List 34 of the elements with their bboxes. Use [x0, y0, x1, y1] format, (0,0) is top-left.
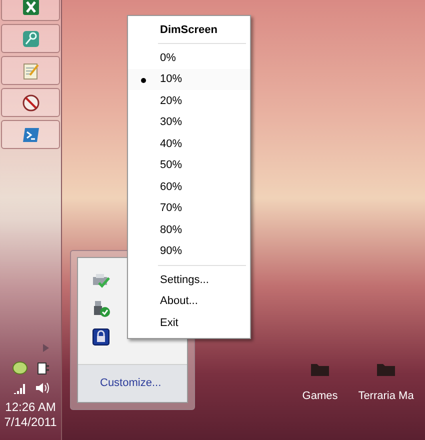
clock[interactable]: 12:26 AM 7/14/2011 [4, 400, 57, 430]
spreadsheet-icon [22, 0, 40, 16]
menu-item[interactable]: Settings... [128, 269, 250, 290]
taskbar-button[interactable] [1, 0, 60, 21]
speaker-icon[interactable] [34, 382, 48, 394]
menu-item[interactable]: 20% [128, 90, 250, 112]
clock-time: 12:26 AM [5, 400, 56, 415]
menu-item[interactable]: 10% [128, 68, 250, 90]
desktop-icon-label[interactable]: Games [302, 388, 338, 404]
desktop-icon-label[interactable]: Terraria Ma [358, 388, 414, 404]
padlock-icon[interactable] [92, 328, 110, 346]
menu-item[interactable]: 50% [128, 154, 250, 176]
printer-check-icon[interactable] [92, 272, 110, 290]
plug-check-icon[interactable] [92, 300, 110, 318]
menu-title: DimScreen [159, 22, 218, 38]
signal-bars-icon[interactable] [12, 382, 26, 394]
menu-item[interactable]: 80% [128, 219, 250, 240]
menu-item[interactable]: 30% [128, 112, 250, 133]
menu-item[interactable]: 0% [128, 47, 250, 68]
menu-item[interactable]: 70% [128, 198, 250, 219]
prohibited-icon [22, 94, 40, 112]
terminal-icon [22, 126, 40, 144]
menu-item[interactable]: 60% [128, 176, 250, 198]
folder-icon[interactable] [311, 362, 329, 376]
folder-icon[interactable] [377, 362, 395, 376]
menu-item[interactable]: 90% [128, 240, 250, 262]
taskbar-button[interactable] [1, 120, 60, 149]
menu-item[interactable]: 40% [128, 133, 250, 154]
plug-icon[interactable] [36, 360, 50, 376]
notepad-icon [22, 62, 40, 80]
menu-item[interactable]: About... [128, 290, 250, 312]
clock-date: 7/14/2011 [4, 415, 57, 430]
taskbar-button[interactable] [1, 88, 60, 117]
menu-item[interactable]: Exit [128, 312, 250, 334]
